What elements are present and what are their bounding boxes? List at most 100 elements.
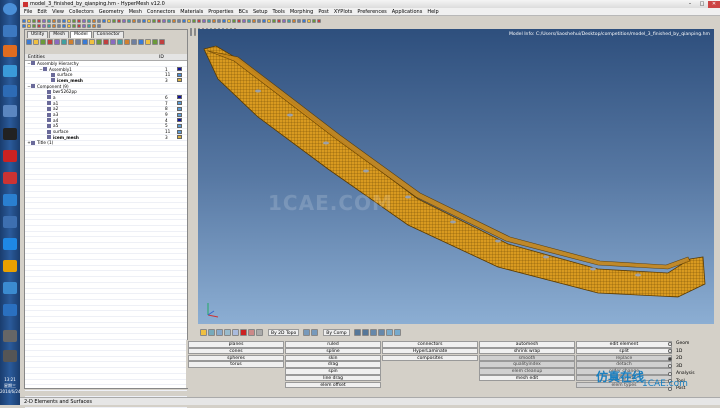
toolbar-icon[interactable] xyxy=(37,23,41,28)
color-swatch[interactable] xyxy=(177,95,182,100)
radio-dot-icon[interactable] xyxy=(668,349,672,354)
toolbar-icon[interactable] xyxy=(202,18,206,23)
menu-xyplots[interactable]: XYPlots xyxy=(334,9,353,15)
toolbar-icon[interactable] xyxy=(57,23,61,28)
color-swatch[interactable] xyxy=(177,118,182,123)
panel-button-smooth[interactable]: smooth xyxy=(479,354,575,362)
panel-button-elem-cleanup[interactable]: elem cleanup xyxy=(479,368,575,375)
toolbar-icon[interactable] xyxy=(212,18,216,23)
panel-button-torus[interactable]: torus xyxy=(188,361,284,368)
color-swatch[interactable] xyxy=(177,67,182,72)
page-radio-2d[interactable]: 2D xyxy=(668,355,718,363)
maximize-button[interactable]: □ xyxy=(696,1,708,8)
clock[interactable]: 13:21 星期三 2014/6/24 xyxy=(0,377,21,395)
panel-button-shrink-wrap[interactable]: shrink wrap xyxy=(479,347,575,355)
taskbar-app-icon[interactable] xyxy=(3,128,17,140)
toolbar-icon[interactable] xyxy=(257,18,261,23)
toolbar-icon[interactable] xyxy=(317,18,321,23)
toolbar-icon[interactable] xyxy=(232,18,236,23)
toolbar-icon[interactable] xyxy=(103,39,109,45)
toolbar-icon[interactable] xyxy=(242,18,246,23)
toolbar-icon[interactable] xyxy=(124,39,130,45)
toolbar-icon[interactable] xyxy=(92,23,96,28)
toolbar-icon[interactable] xyxy=(217,18,221,23)
taskbar-app-icon[interactable] xyxy=(3,350,17,362)
tab-connector[interactable]: Connector xyxy=(92,31,124,38)
tab-model[interactable]: Model xyxy=(70,31,92,38)
panel-button-cones[interactable]: cones xyxy=(188,347,284,355)
color-swatch[interactable] xyxy=(177,106,182,111)
toolbar-icon[interactable] xyxy=(22,23,26,28)
panel-button-elem-offset[interactable]: elem offset xyxy=(285,381,381,389)
taskbar-app-icon[interactable] xyxy=(3,150,17,162)
panel-button-edit-element[interactable]: edit element xyxy=(576,341,672,348)
radio-dot-icon[interactable] xyxy=(668,371,672,376)
toolbar-icon[interactable] xyxy=(252,18,256,23)
menu-applications[interactable]: Applications xyxy=(392,9,423,15)
panel-button-qualityindex[interactable]: qualityindex xyxy=(479,361,575,368)
toolbar-icon[interactable] xyxy=(47,23,51,28)
toolbar-icon[interactable] xyxy=(68,39,74,45)
toolbar-icon[interactable] xyxy=(262,18,266,23)
radio-dot-icon[interactable] xyxy=(668,364,672,369)
toolbar-icon[interactable] xyxy=(277,18,281,23)
panel-button-mesh-edit[interactable]: mesh edit xyxy=(479,374,575,382)
view-icon[interactable] xyxy=(311,328,319,336)
color-swatch[interactable] xyxy=(177,112,182,117)
taskbar-app-icon[interactable] xyxy=(3,238,17,250)
menu-view[interactable]: View xyxy=(52,9,64,15)
toolbar-icon[interactable] xyxy=(32,23,36,28)
tab-utility[interactable]: Utility xyxy=(27,31,49,38)
panel-button-automesh[interactable]: automesh xyxy=(479,341,575,348)
color-swatch[interactable] xyxy=(177,78,182,83)
page-radio-geom[interactable]: Geom xyxy=(668,340,718,348)
toolbar-icon[interactable] xyxy=(131,39,137,45)
toolbar-icon[interactable] xyxy=(194,28,196,36)
view-icon[interactable] xyxy=(256,328,263,336)
toolbar-icon[interactable] xyxy=(190,28,192,36)
view-icon[interactable] xyxy=(377,328,385,336)
menu-setup[interactable]: Setup xyxy=(253,9,268,15)
view-icon[interactable] xyxy=(393,328,401,336)
taskbar-app-icon[interactable] xyxy=(3,194,17,206)
view-icon[interactable] xyxy=(224,328,231,336)
panel-button-drag[interactable]: drag xyxy=(285,361,381,368)
toolbar-icon[interactable] xyxy=(82,23,86,28)
taskbar-app-icon[interactable] xyxy=(3,172,17,184)
toolbar-icon[interactable] xyxy=(97,23,101,28)
taskbar-app-icon[interactable] xyxy=(3,304,17,316)
toolbar-icon[interactable] xyxy=(297,18,301,23)
menu-connectors[interactable]: Connectors xyxy=(147,9,175,15)
panel-button-connectors[interactable]: connectors xyxy=(382,341,478,348)
toolbar-icon[interactable] xyxy=(117,39,123,45)
menu-bcs[interactable]: BCs xyxy=(239,9,248,15)
toolbar-icon[interactable] xyxy=(267,18,271,23)
toolbar-icon[interactable] xyxy=(82,39,88,45)
close-button[interactable]: ✕ xyxy=(708,0,720,8)
view-icon[interactable] xyxy=(200,328,207,336)
toolbar-icon[interactable] xyxy=(89,39,95,45)
panel-button-ruled[interactable]: ruled xyxy=(285,341,381,348)
by-topo-dropdown[interactable]: By 2D Topo xyxy=(268,328,300,336)
toolbar-icon[interactable] xyxy=(40,39,46,45)
toolbar-icon[interactable] xyxy=(77,23,81,28)
taskbar-app-icon[interactable] xyxy=(3,330,17,342)
view-icon[interactable] xyxy=(385,328,393,336)
panel-button-spin[interactable]: spin xyxy=(285,368,381,375)
toolbar-icon[interactable] xyxy=(42,23,46,28)
by-comp-dropdown[interactable]: By Comp xyxy=(323,328,350,336)
menu-properties[interactable]: Properties xyxy=(208,9,233,15)
panel-button-planes[interactable]: planes xyxy=(188,341,284,348)
color-swatch[interactable] xyxy=(177,135,182,140)
toolbar-icon[interactable] xyxy=(222,18,226,23)
taskbar-app-icon[interactable] xyxy=(3,282,17,294)
toolbar-icon[interactable] xyxy=(312,18,316,23)
toolbar-icon[interactable] xyxy=(54,39,60,45)
menu-tools[interactable]: Tools xyxy=(273,9,285,15)
toolbar-icon[interactable] xyxy=(282,18,286,23)
taskbar-app-icon[interactable] xyxy=(3,216,17,228)
color-swatch[interactable] xyxy=(177,129,182,134)
menu-morphing[interactable]: Morphing xyxy=(290,9,314,15)
tab-mesh[interactable]: Mesh xyxy=(49,31,70,38)
toolbar-icon[interactable] xyxy=(75,39,81,45)
